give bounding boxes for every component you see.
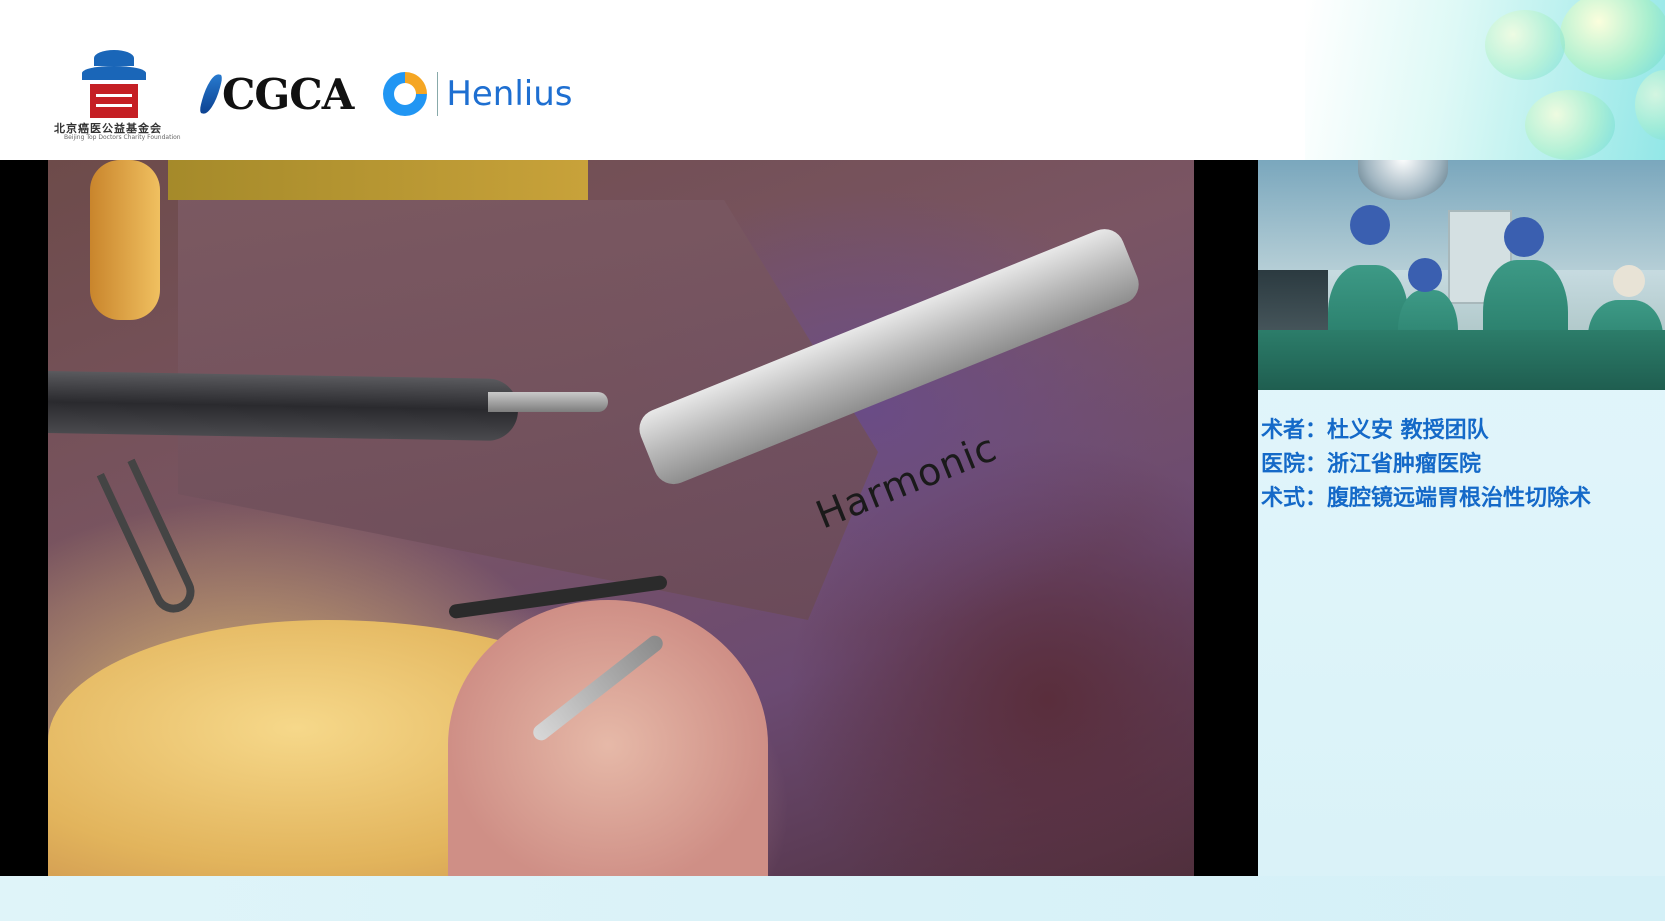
surgery-info: 术者：杜义安 教授团队 医院：浙江省肿瘤医院 术式：腹腔镜远端胃根治性切除术 [1261,414,1661,516]
cgca-logo: CGCA [200,69,354,119]
header-banner: 北京癌医公益基金会 Beijing Top Doctors Charity Fo… [0,0,1665,160]
foundation-logo: 北京癌医公益基金会 Beijing Top Doctors Charity Fo… [50,44,181,144]
flame-icon [200,71,222,117]
logo-divider [437,72,439,116]
laparoscopic-video: Harmonic [48,160,1194,876]
henlius-logo: Henlius [383,72,573,116]
header-decoration [1305,0,1665,160]
surgeon-line: 术者：杜义安 教授团队 [1261,418,1489,443]
operating-room-camera [1258,160,1665,390]
foundation-name-en: Beijing Top Doctors Charity Foundation [64,134,181,141]
henlius-text: Henlius [446,74,573,114]
hospital-line: 医院：浙江省肿瘤医院 [1261,452,1482,477]
henlius-mark-icon [383,72,428,116]
left-instrument [48,370,519,442]
procedure-line: 术式：腹腔镜远端胃根治性切除术 [1261,486,1592,511]
live-surgery-broadcast: 北京癌医公益基金会 Beijing Top Doctors Charity Fo… [0,0,1665,921]
cgca-text: CGCA [222,69,354,119]
sponsor-logos: 北京癌医公益基金会 Beijing Top Doctors Charity Fo… [50,44,573,144]
bottom-strip [0,876,1665,921]
